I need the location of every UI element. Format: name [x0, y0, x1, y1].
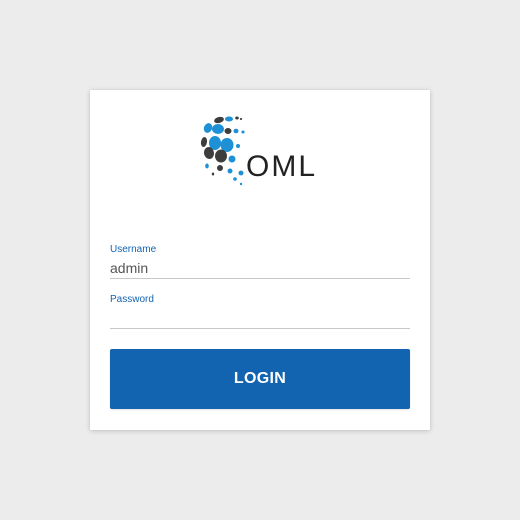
username-label: Username	[110, 244, 157, 255]
oml-logo: OML	[195, 110, 330, 190]
password-label: Password	[110, 294, 154, 305]
login-card: OML Username Password LOGIN	[90, 90, 430, 430]
username-field-group: Username	[110, 244, 410, 280]
login-button[interactable]: LOGIN	[110, 349, 410, 409]
login-page: OML Username Password LOGIN	[0, 0, 520, 520]
password-field-group: Password	[110, 294, 410, 330]
username-input[interactable]	[110, 258, 410, 279]
password-input[interactable]	[110, 308, 410, 329]
logo-wordmark: OML	[246, 150, 318, 183]
